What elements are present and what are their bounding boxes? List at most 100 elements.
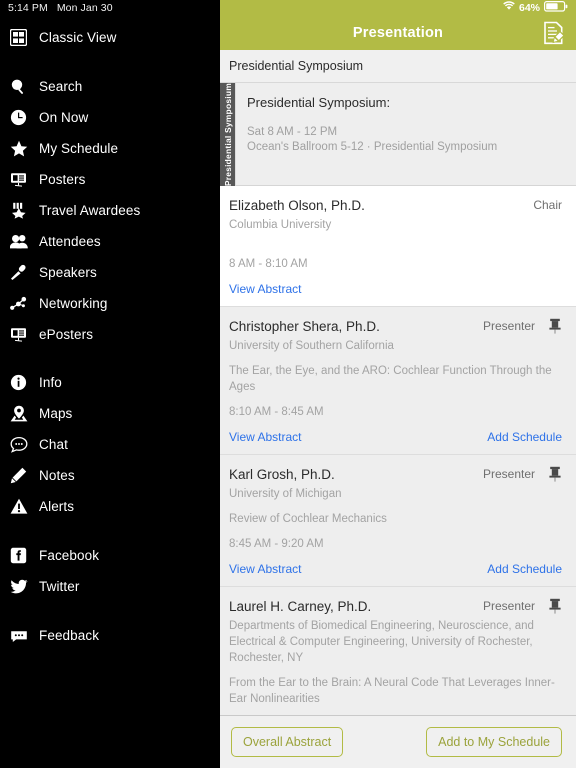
sidebar-item-notes[interactable]: Notes — [0, 460, 220, 491]
entry-links: View Abstract Add Schedule — [229, 430, 562, 444]
sidebar-item-networking[interactable]: Networking — [0, 288, 220, 319]
sidebar-item-twitter[interactable]: Twitter — [0, 571, 220, 602]
award-icon — [9, 201, 28, 220]
note-edit-icon[interactable] — [541, 20, 567, 46]
session-vertical-tab-label: Presidential Symposium — [222, 82, 233, 186]
sidebar-item-label: Posters — [39, 172, 86, 187]
session-header-block[interactable]: Presidential Symposium Presidential Symp… — [220, 82, 576, 186]
facebook-icon — [9, 546, 28, 565]
sidebar-item-label: My Schedule — [39, 141, 119, 156]
sidebar-item-label: Travel Awardees — [39, 203, 141, 218]
sidebar-item-eposters[interactable]: ePosters — [0, 319, 220, 350]
clock-icon — [9, 108, 28, 127]
sidebar-item-label: Speakers — [39, 265, 97, 280]
entry-header: Karl Grosh, Ph.D. Presenter — [229, 465, 562, 484]
entry-role-wrap: Presenter — [483, 465, 562, 482]
page-title: Presentation — [352, 24, 444, 41]
sidebar-item-chat[interactable]: Chat — [0, 429, 220, 460]
session-body: Presidential Symposium: Sat 8 AM - 12 PM… — [235, 82, 576, 186]
sidebar-divider-gap — [0, 350, 220, 367]
breadcrumb[interactable]: Presidential Symposium — [220, 49, 576, 83]
microphone-icon — [9, 263, 28, 282]
entry-header: Elizabeth Olson, Ph.D. Chair — [229, 196, 562, 215]
battery-percent: 64% — [518, 1, 540, 14]
table-row[interactable]: Christopher Shera, Ph.D. Presenter Unive… — [220, 305, 576, 454]
session-vertical-tab[interactable]: Presidential Symposium — [220, 82, 235, 186]
sidebar-item-label: Twitter — [39, 579, 80, 594]
entry-name: Elizabeth Olson, Ph.D. — [229, 197, 365, 213]
entry-role-wrap: Chair — [533, 196, 562, 213]
entry-time: 8:45 AM - 9:20 AM — [229, 537, 324, 550]
entry-role: Presenter — [482, 318, 535, 333]
bottom-toolbar: Overall Abstract Add to My Schedule — [220, 715, 576, 768]
twitter-icon — [9, 577, 28, 596]
sidebar-item-maps[interactable]: Maps — [0, 398, 220, 429]
sidebar-item-search[interactable]: Search — [0, 71, 220, 102]
info-icon — [9, 373, 28, 392]
entry-affiliation: Columbia University — [229, 218, 332, 231]
main-panel: 64% Presentation Presidential Symposium — [220, 0, 576, 768]
sidebar-divider-gap — [0, 602, 220, 620]
entry-header: Laurel H. Carney, Ph.D. Presenter — [229, 597, 562, 616]
sidebar-item-attendees[interactable]: Attendees — [0, 226, 220, 257]
content-scroll-area[interactable]: Presidential Symposium Presidential Symp… — [220, 82, 576, 715]
entry-name: Karl Grosh, Ph.D. — [229, 466, 335, 482]
add-schedule-link[interactable]: Add Schedule — [487, 430, 562, 444]
table-row[interactable]: Elizabeth Olson, Ph.D. Chair Columbia Un… — [220, 185, 576, 306]
sidebar-item-travel-awardees[interactable]: Travel Awardees — [0, 195, 220, 226]
app-root: 5:14 PM Mon Jan 30 Classic View Search O… — [0, 0, 576, 768]
entry-time: 8:10 AM - 8:45 AM — [229, 405, 324, 418]
add-schedule-link[interactable]: Add Schedule — [487, 562, 562, 576]
sidebar-divider-gap — [0, 522, 220, 540]
sidebar-item-label: Chat — [39, 437, 68, 452]
session-location: Ocean's Ballroom 5-12 · Presidential Sym… — [247, 140, 498, 153]
status-date: Mon Jan 30 — [56, 2, 113, 14]
sidebar-item-info[interactable]: Info — [0, 367, 220, 398]
entry-presentation-title: The Ear, the Eye, and the ARO: Cochlear … — [229, 364, 552, 393]
add-to-my-schedule-button[interactable]: Add to My Schedule — [426, 727, 562, 757]
session-time: Sat 8 AM - 12 PM — [247, 125, 338, 138]
main-status-bar: 64% — [220, 0, 576, 16]
warning-icon — [9, 497, 28, 516]
session-title: Presidential Symposium: — [247, 94, 391, 110]
entry-name: Laurel H. Carney, Ph.D. — [229, 598, 372, 614]
sidebar-item-label: Info — [39, 375, 62, 390]
feedback-icon — [9, 626, 28, 645]
entry-role: Presenter — [482, 598, 535, 613]
overall-abstract-button[interactable]: Overall Abstract — [231, 727, 344, 757]
view-abstract-link[interactable]: View Abstract — [229, 562, 301, 576]
entry-spacer — [229, 233, 562, 247]
sidebar-item-label: Networking — [39, 296, 108, 311]
entry-affiliation: University of Michigan — [229, 487, 342, 500]
sidebar-item-my-schedule[interactable]: My Schedule — [0, 133, 220, 164]
sidebar-item-speakers[interactable]: Speakers — [0, 257, 220, 288]
poster-icon — [9, 170, 28, 189]
sidebar-item-posters[interactable]: Posters — [0, 164, 220, 195]
sidebar-item-label: Attendees — [39, 234, 101, 249]
battery-icon — [544, 0, 568, 15]
entry-role: Presenter — [482, 466, 535, 481]
entry-presentation-title: From the Ear to the Brain: A Neural Code… — [229, 676, 555, 705]
sidebar-item-label: Maps — [39, 406, 73, 421]
grid-icon — [9, 28, 28, 47]
view-abstract-link[interactable]: View Abstract — [229, 282, 301, 296]
sidebar-item-label: Alerts — [39, 499, 75, 514]
sidebar-item-label: Classic View — [39, 30, 117, 45]
sidebar-item-on-now[interactable]: On Now — [0, 102, 220, 133]
table-row[interactable]: Laurel H. Carney, Ph.D. Presenter Depart… — [220, 585, 576, 715]
sidebar-item-facebook[interactable]: Facebook — [0, 540, 220, 571]
status-time: 5:14 PM — [8, 2, 48, 14]
sidebar-status-bar: 5:14 PM Mon Jan 30 — [0, 0, 220, 16]
sidebar-item-classic-view[interactable]: Classic View — [0, 22, 220, 53]
entry-presentation-title: Review of Cochlear Mechanics — [229, 512, 387, 525]
pin-icon[interactable] — [548, 318, 562, 334]
pencil-icon — [9, 466, 28, 485]
view-abstract-link[interactable]: View Abstract — [229, 430, 301, 444]
pin-icon[interactable] — [548, 466, 562, 482]
table-row[interactable]: Karl Grosh, Ph.D. Presenter University o… — [220, 453, 576, 586]
sidebar-item-alerts[interactable]: Alerts — [0, 491, 220, 522]
sidebar-item-label: Facebook — [39, 548, 100, 563]
entry-time: 8 AM - 8:10 AM — [229, 257, 308, 270]
pin-icon[interactable] — [548, 598, 562, 614]
sidebar-item-feedback[interactable]: Feedback — [0, 620, 220, 651]
